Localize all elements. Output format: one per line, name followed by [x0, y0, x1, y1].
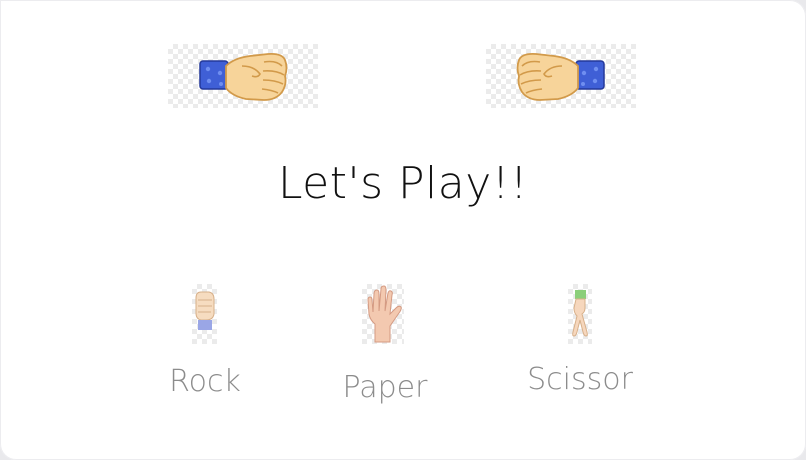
paper-button[interactable]: Paper: [330, 282, 440, 412]
computer-hand: [486, 44, 636, 108]
fist-icon: [516, 52, 605, 101]
game-card: Let's Play!! Rock Paper Scissor: [0, 0, 806, 460]
rock-hand-icon: [192, 284, 217, 344]
paper-hand-icon: [362, 284, 404, 344]
player-hand: [168, 44, 318, 108]
game-status-text: Let's Play!!: [277, 158, 529, 209]
paper-label: Paper: [342, 370, 428, 405]
scissor-button[interactable]: Scissor: [520, 282, 640, 402]
fist-icon: [199, 52, 288, 101]
rock-button[interactable]: Rock: [160, 282, 250, 402]
rock-label: Rock: [169, 364, 241, 399]
scissor-hand-icon: [568, 284, 592, 344]
scissor-label: Scissor: [527, 362, 633, 397]
